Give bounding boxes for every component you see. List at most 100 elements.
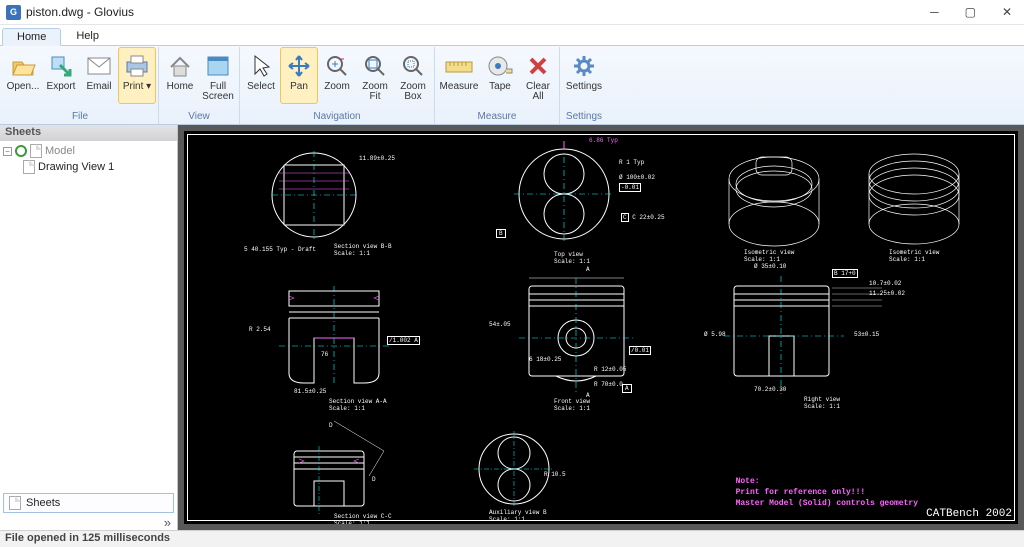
tol: B 17+0	[832, 269, 858, 278]
tape-label: Tape	[489, 82, 511, 102]
tape-button[interactable]: Tape	[481, 47, 519, 104]
select-button[interactable]: Select	[242, 47, 280, 104]
dim: 5 40.155 Typ - Draft	[244, 246, 316, 253]
dim: C C 22±0.25	[621, 214, 665, 221]
tree-root[interactable]: − Model	[3, 143, 174, 159]
minimize-button[interactable]: ─	[924, 3, 945, 21]
email-button[interactable]: Email	[80, 47, 118, 104]
zoomfit-button[interactable]: Zoom Fit	[356, 47, 394, 104]
dim: 11.89±0.25	[359, 155, 395, 162]
sidebar-tab-label: Sheets	[26, 497, 60, 509]
group-label-view: View	[188, 111, 210, 124]
view-section-aa: R 2.54 76 81.5±0.25 /1.002 A Section vie…	[259, 276, 419, 400]
drawing-brand: CATBench 2002	[926, 508, 1012, 520]
svg-text:D: D	[372, 476, 376, 483]
dim: 70.2±0.30	[754, 386, 786, 393]
clearall-button[interactable]: Clear All	[519, 47, 557, 104]
sidebar-tab-sheets[interactable]: Sheets	[3, 493, 174, 513]
dim: 10.7±0.02	[869, 280, 901, 287]
view-front: A 54±.05 6 18±0.25 R 12±0.05 R 70±0.0 /0…	[504, 266, 654, 405]
fullscreen-label: Full Screen	[202, 82, 234, 102]
home-button[interactable]: Home	[161, 47, 199, 104]
pan-label: Pan	[290, 82, 308, 102]
settings-label: Settings	[566, 82, 602, 102]
close-button[interactable]: ✕	[996, 3, 1018, 21]
maximize-button[interactable]: ▢	[959, 3, 982, 21]
tree[interactable]: − Model Drawing View 1	[0, 141, 177, 491]
tol: /1.002 A	[387, 336, 420, 345]
view-caption: Right view Scale: 1:1	[804, 396, 840, 410]
dim: R 70±0.0	[594, 381, 623, 388]
app-icon: G	[6, 5, 21, 20]
zoombox-button[interactable]: Zoom Box	[394, 47, 432, 104]
select-label: Select	[247, 82, 275, 102]
export-button[interactable]: Export	[42, 47, 80, 104]
group-label-nav: Navigation	[313, 111, 360, 124]
ribbon-group-file: Open... Export Email Print ▾ File	[2, 47, 159, 124]
view-caption: Isometric view Scale: 1:1	[744, 249, 794, 263]
dim: 6 18±0.25	[529, 356, 561, 363]
tree-child[interactable]: Drawing View 1	[3, 159, 174, 175]
fullscreen-icon	[207, 51, 229, 81]
settings-button[interactable]: Settings	[562, 47, 606, 104]
clearall-label: Clear All	[526, 82, 550, 102]
dim: R 10.5	[544, 471, 566, 478]
group-label-measure: Measure	[478, 111, 517, 124]
view-section-bb: 11.89±0.25 5 40.155 Typ - Draft Section …	[264, 143, 394, 257]
zoom-label: Zoom	[324, 82, 350, 102]
canvas-wrap: 11.89±0.25 5 40.155 Typ - Draft Section …	[178, 125, 1024, 530]
home-icon	[168, 51, 192, 81]
view-aux-b: R 10.5 Auxiliary view B Scale: 1:1	[464, 431, 574, 520]
tab-help[interactable]: Help	[61, 27, 114, 45]
dim: R 1 Typ	[619, 159, 644, 166]
datum: A	[622, 384, 632, 393]
tape-icon	[488, 51, 512, 81]
model-icon	[15, 145, 27, 157]
page-icon	[23, 160, 35, 174]
group-label-file: File	[72, 111, 88, 124]
print-button[interactable]: Print ▾	[118, 47, 156, 104]
sidebar-header: Sheets	[0, 125, 177, 141]
open-label: Open...	[7, 82, 40, 102]
page-icon	[9, 496, 21, 510]
sidebar-expand[interactable]: »	[0, 515, 177, 530]
email-icon	[87, 51, 111, 81]
dim: 53±0.15	[854, 331, 879, 338]
open-button[interactable]: Open...	[4, 47, 42, 104]
datum: B	[496, 229, 506, 238]
fullscreen-button[interactable]: Full Screen	[199, 47, 237, 104]
pan-button[interactable]: Pan	[280, 47, 318, 104]
ribbon: Open... Export Email Print ▾ File	[0, 45, 1024, 125]
tab-home[interactable]: Home	[2, 28, 61, 46]
zoombox-icon	[402, 51, 424, 81]
ribbon-tabs: Home Help	[0, 25, 1024, 45]
home-label: Home	[167, 82, 194, 102]
zoomfit-label: Zoom Fit	[362, 82, 388, 102]
page-icon	[30, 144, 42, 158]
view-caption: Auxiliary view B Scale: 1:1	[489, 509, 547, 523]
dim: R 2.54	[249, 326, 271, 333]
collapse-icon[interactable]: −	[3, 147, 12, 156]
sidebar: Sheets − Model Drawing View 1 Sheets »	[0, 125, 178, 530]
drawing-canvas[interactable]: 11.89±0.25 5 40.155 Typ - Draft Section …	[184, 131, 1018, 524]
clear-icon	[528, 51, 548, 81]
zoom-icon	[326, 51, 348, 81]
drawing-note: Note: Print for reference only!!! Master…	[736, 476, 918, 509]
view-caption: Front view Scale: 1:1	[554, 398, 590, 412]
statusbar: File opened in 125 milliseconds	[0, 530, 1024, 547]
measure-label: Measure	[440, 82, 479, 102]
measure-button[interactable]: Measure	[437, 47, 481, 104]
zoom-button[interactable]: Zoom	[318, 47, 356, 104]
dim: Ø 100±0.02	[619, 174, 655, 181]
main-area: Sheets − Model Drawing View 1 Sheets »	[0, 125, 1024, 530]
view-caption: Section view B-B Scale: 1:1	[334, 243, 392, 257]
gear-icon	[572, 51, 596, 81]
email-label: Email	[86, 82, 111, 102]
arrow-label: A	[586, 266, 590, 273]
dim: 6.86 Typ	[589, 137, 618, 144]
dim: Ø 35±0.10	[754, 263, 786, 270]
zoomfit-icon	[364, 51, 386, 81]
ribbon-group-settings: Settings Settings	[560, 47, 608, 124]
dim: 81.5±0.25	[294, 388, 326, 395]
print-label: Print ▾	[123, 82, 151, 102]
